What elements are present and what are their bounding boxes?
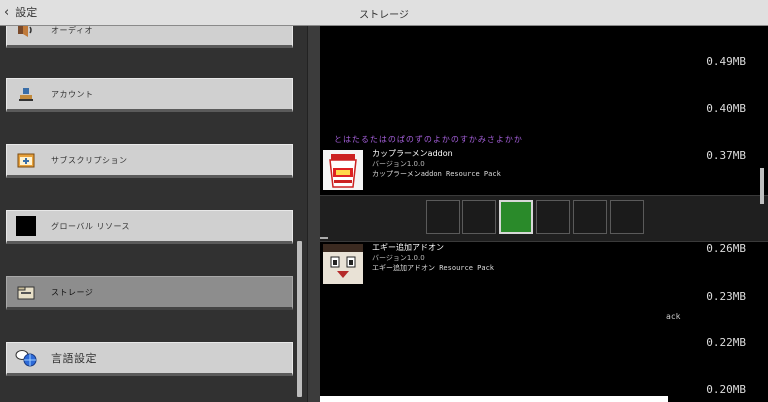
hotbar-slot[interactable] xyxy=(573,200,607,234)
pack-version: バージョン1.0.0 xyxy=(372,254,425,262)
account-icon xyxy=(15,83,37,105)
subscription-icon xyxy=(15,149,37,171)
sidebar-item-audio[interactable]: オーディオ xyxy=(6,26,293,48)
hotbar-slot[interactable] xyxy=(426,200,460,234)
settings-sidebar: オーディオ アカウント サブスクリプション グローバル リソース ストレージ 言… xyxy=(0,26,307,402)
top-bar: ‹ 設定 ストレージ xyxy=(0,0,768,26)
storage-list: 0.49MB 0.40MB とはたるたはのぱのずのよかのすかみさよかか カップラ… xyxy=(320,26,768,402)
pack-version: バージョン1.0.0 xyxy=(372,160,425,168)
hotbar-slot[interactable] xyxy=(536,200,570,234)
language-icon xyxy=(15,347,37,369)
pack-size: 0.49MB xyxy=(706,55,746,68)
pack-size: 0.40MB xyxy=(706,102,746,115)
pack-size: 0.37MB xyxy=(706,149,746,162)
bottom-strip xyxy=(320,396,668,402)
list-item[interactable]: エギー追加アドオン バージョン1.0.0 エギー追加アドオン Resource … xyxy=(320,240,768,288)
sidebar-item-subscription[interactable]: サブスクリプション xyxy=(6,144,293,178)
sidebar-item-label: ストレージ xyxy=(51,287,94,297)
pack-size: 0.23MB xyxy=(706,290,746,303)
global-resources-icon xyxy=(15,215,37,237)
sidebar-item-label: 言語設定 xyxy=(51,352,97,365)
speaker-icon xyxy=(15,26,37,41)
sidebar-item-language[interactable]: 言語設定 xyxy=(6,342,293,376)
pack-title: エギー追加アドオン xyxy=(372,243,444,252)
hotbar-slot[interactable] xyxy=(462,200,496,234)
sidebar-item-account[interactable]: アカウント xyxy=(6,78,293,112)
sidebar-item-label: サブスクリプション xyxy=(51,155,128,165)
pack-size: 0.20MB xyxy=(706,383,746,396)
panel-divider xyxy=(307,26,321,402)
storage-folder-icon xyxy=(15,281,37,303)
pack-title: カップラーメンaddon xyxy=(372,149,453,158)
pack-size: 0.22MB xyxy=(706,336,746,349)
cutoff-pack-title: とはたるたはのぱのずのよかのすかみさよかか xyxy=(334,135,523,144)
partial-pack-text: ack xyxy=(666,312,681,321)
list-item[interactable]: カップラーメンaddon バージョン1.0.0 カップラーメンaddon Res… xyxy=(320,146,768,194)
hotbar-slot[interactable] xyxy=(610,200,644,234)
pack-description: カップラーメンaddon Resource Pack xyxy=(372,170,501,178)
sidebar-item-label: オーディオ xyxy=(51,26,93,35)
eggy-pack-thumbnail xyxy=(323,244,363,284)
hotbar-slot-active[interactable] xyxy=(499,200,533,234)
sidebar-item-storage[interactable]: ストレージ xyxy=(6,276,293,310)
sidebar-item-global-resources[interactable]: グローバル リソース xyxy=(6,210,293,244)
pack-description: エギー追加アドオン Resource Pack xyxy=(372,264,495,272)
divider-mark xyxy=(320,237,328,239)
storage-scrollbar[interactable] xyxy=(760,168,764,204)
sidebar-item-label: グローバル リソース xyxy=(51,221,131,231)
sidebar-scrollbar[interactable] xyxy=(297,241,302,397)
hotbar xyxy=(320,195,768,242)
sidebar-item-label: アカウント xyxy=(51,89,94,99)
cup-noodle-pack-thumbnail xyxy=(323,150,363,190)
pack-size: 0.26MB xyxy=(706,242,746,255)
page-title: ストレージ xyxy=(359,10,409,21)
